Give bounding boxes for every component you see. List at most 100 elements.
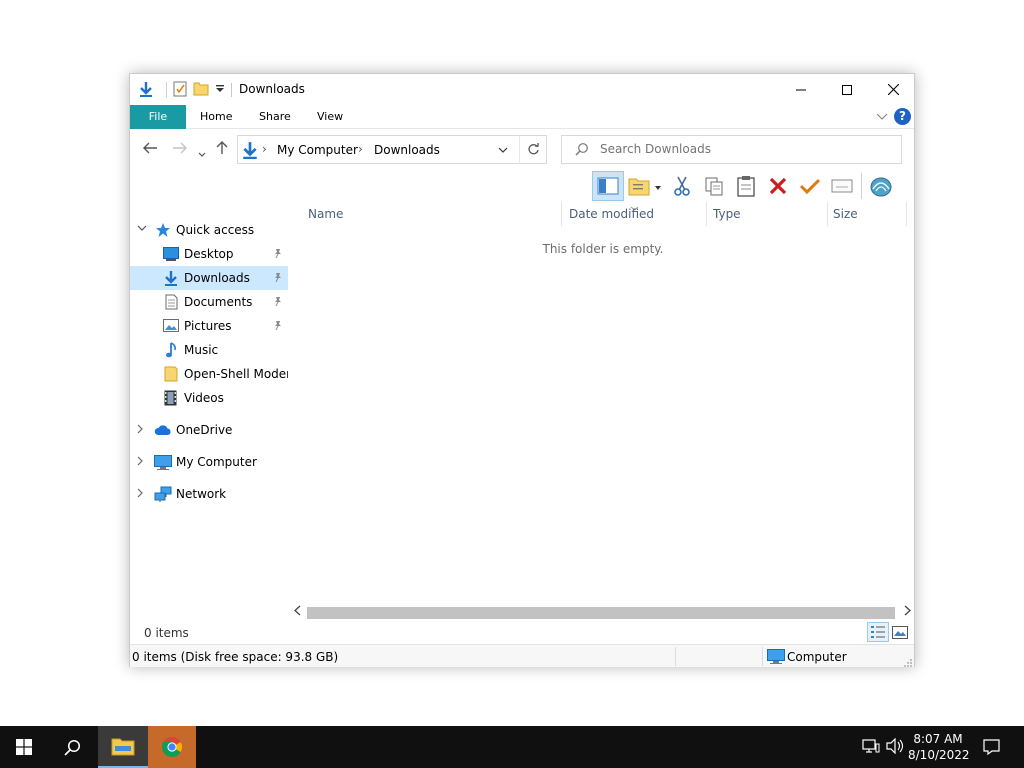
tree-item-network[interactable]: Network <box>130 482 288 506</box>
properties-button[interactable] <box>794 171 826 201</box>
notifications-icon[interactable] <box>983 739 1000 758</box>
tree-item-desktop[interactable]: Desktop <box>130 242 288 266</box>
breadcrumb-chevron-icon[interactable]: › <box>262 142 267 156</box>
copy-button[interactable] <box>698 171 730 201</box>
view-switcher <box>867 622 911 642</box>
pin-icon[interactable] <box>273 320 283 333</box>
column-divider[interactable] <box>706 202 707 226</box>
search-icon <box>575 142 589 159</box>
column-header-size[interactable]: Size <box>833 202 858 226</box>
properties-icon[interactable] <box>173 81 187 100</box>
column-divider[interactable] <box>906 202 907 226</box>
column-header-type[interactable]: Type <box>713 202 741 226</box>
downloads-arrow-icon[interactable] <box>138 81 154 100</box>
scroll-left-icon[interactable] <box>294 605 301 619</box>
pin-icon[interactable] <box>273 272 283 285</box>
tree-item-music[interactable]: Music <box>130 338 288 362</box>
tree-item-quick-access[interactable]: Quick access <box>130 218 288 242</box>
empty-folder-message: This folder is empty. <box>542 242 664 256</box>
expanded-chevron-icon[interactable] <box>137 224 147 235</box>
taskbar-file-explorer[interactable] <box>98 726 148 768</box>
paste-button[interactable] <box>730 171 762 201</box>
tree-label: Downloads <box>184 271 250 285</box>
close-button[interactable] <box>870 74 916 105</box>
taskbar-search-button[interactable] <box>48 726 96 768</box>
tab-file[interactable]: File <box>130 105 186 129</box>
breadcrumb-my-computer[interactable]: My Computer <box>277 143 358 157</box>
cut-icon <box>674 176 690 196</box>
taskbar-chrome[interactable] <box>148 726 196 768</box>
open-shell-button[interactable] <box>865 171 897 201</box>
tree-item-onedrive[interactable]: OneDrive <box>130 418 288 442</box>
search-icon <box>63 739 80 756</box>
network-tray-icon[interactable] <box>862 738 880 757</box>
status-bar: 0 items (Disk free space: 93.8 GB) Compu… <box>130 644 914 667</box>
details-view-button[interactable] <box>867 622 889 642</box>
computer-icon <box>767 649 785 667</box>
address-dropdown-icon[interactable] <box>498 141 508 156</box>
column-divider[interactable] <box>827 202 828 226</box>
music-note-icon <box>165 342 177 361</box>
scroll-right-icon[interactable] <box>904 605 911 619</box>
classic-toolbar <box>592 170 897 202</box>
navigation-pane-icon <box>597 177 619 195</box>
minimize-button[interactable] <box>778 74 824 105</box>
tree-item-documents[interactable]: Documents <box>130 290 288 314</box>
title-bar[interactable]: Downloads <box>130 74 914 105</box>
expand-ribbon-icon[interactable] <box>876 110 888 124</box>
start-button[interactable] <box>0 726 48 768</box>
tree-label: OneDrive <box>176 423 233 437</box>
breadcrumb-downloads[interactable]: Downloads <box>374 143 440 157</box>
qat-separator <box>166 82 167 98</box>
cut-button[interactable] <box>666 171 698 201</box>
scrollbar-thumb[interactable] <box>307 607 895 619</box>
delete-icon <box>769 177 787 195</box>
email-icon <box>831 179 853 193</box>
refresh-button[interactable] <box>519 135 547 164</box>
navigation-pane-button[interactable] <box>592 171 624 201</box>
tree-item-my-computer[interactable]: My Computer <box>130 450 288 474</box>
tree-item-downloads[interactable]: Downloads <box>130 266 288 290</box>
resize-grip-icon[interactable] <box>904 657 913 671</box>
collapsed-chevron-icon[interactable] <box>137 488 144 501</box>
pin-icon[interactable] <box>273 248 283 261</box>
tree-label: Open-Shell Modern <box>184 367 288 381</box>
help-icon[interactable]: ? <box>894 108 911 125</box>
new-folder-icon[interactable] <box>193 81 209 99</box>
pin-icon[interactable] <box>273 296 283 309</box>
maximize-button[interactable] <box>824 74 870 105</box>
tree-item-pictures[interactable]: Pictures <box>130 314 288 338</box>
file-list[interactable]: Name Date modified Type Size This folder… <box>297 202 911 612</box>
search-box[interactable] <box>561 135 902 164</box>
chrome-icon <box>162 737 182 757</box>
horizontal-scrollbar[interactable] <box>292 604 914 621</box>
tab-share[interactable]: Share <box>259 105 291 129</box>
organize-button[interactable] <box>624 171 666 201</box>
customize-qat-icon[interactable] <box>215 83 225 97</box>
large-icons-view-button[interactable] <box>889 622 911 642</box>
column-header-name[interactable]: Name <box>308 202 343 226</box>
forward-arrow-icon[interactable] <box>172 140 188 159</box>
checkmark-icon <box>799 178 821 195</box>
collapsed-chevron-icon[interactable] <box>137 424 144 437</box>
quick-access-star-icon <box>155 222 171 241</box>
column-divider[interactable] <box>561 202 562 226</box>
up-arrow-icon[interactable] <box>216 140 228 159</box>
volume-tray-icon[interactable] <box>886 737 904 757</box>
collapsed-chevron-icon[interactable] <box>137 456 144 469</box>
address-bar[interactable]: › My Computer › Downloads <box>237 135 547 164</box>
tree-item-videos[interactable]: Videos <box>130 386 288 410</box>
delete-button[interactable] <box>762 171 794 201</box>
details-view-icon <box>871 626 885 638</box>
tab-home[interactable]: Home <box>200 105 232 129</box>
search-input[interactable] <box>600 142 880 156</box>
back-arrow-icon[interactable] <box>142 140 158 159</box>
column-header-date-modified[interactable]: Date modified <box>569 202 654 226</box>
tab-view[interactable]: View <box>317 105 343 129</box>
recent-locations-icon[interactable] <box>198 143 206 162</box>
tree-item-open-shell-modern[interactable]: Open-Shell Modern <box>130 362 288 386</box>
close-icon <box>887 84 899 95</box>
email-button[interactable] <box>826 171 858 201</box>
breadcrumb-chevron-icon[interactable]: › <box>358 142 363 156</box>
taskbar-clock[interactable]: 8:07 AM 8/10/2022 <box>908 731 970 763</box>
